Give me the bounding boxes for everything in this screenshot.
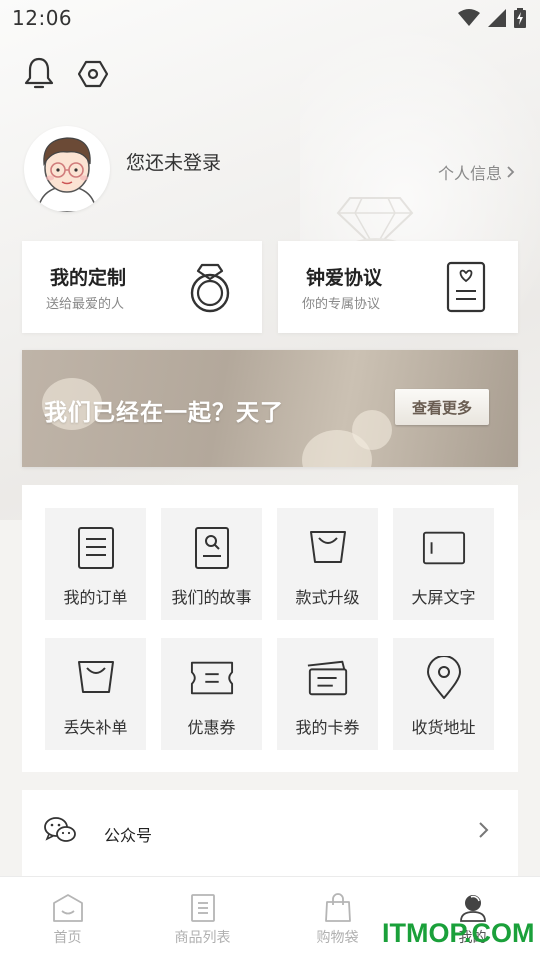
coupon-icon (190, 656, 234, 700)
profile-section: 您还未登录 个人信息 (24, 126, 516, 214)
personal-info-label: 个人信息 (437, 164, 502, 183)
status-icons (458, 8, 526, 28)
promo-banner[interactable]: 我们已经在一起？天了 查看更多 (22, 350, 518, 467)
wechat-icon (44, 816, 76, 848)
home-icon (52, 894, 83, 922)
shopping-bag-icon (324, 893, 351, 922)
grid-item-label: 款式升级 (295, 588, 360, 607)
signal-icon (488, 9, 506, 27)
location-pin-icon (422, 656, 466, 700)
product-list-icon (190, 894, 215, 922)
grid-item-label: 优惠券 (187, 718, 236, 737)
status-bar: 12:06 (0, 0, 540, 36)
service-grid: 我的订单 我们的故事 款式升级 大屏文字 丢失补单 优惠券 我的卡券 收货地址 (22, 485, 518, 772)
watermark: ITMOP.COM (382, 918, 535, 948)
grid-item-label: 我们的故事 (171, 588, 252, 607)
agreement-doc-icon (444, 261, 488, 317)
avatar[interactable] (24, 126, 110, 212)
view-more-button[interactable]: 查看更多 (395, 389, 489, 425)
tab-label: 购物袋 (316, 930, 359, 946)
grid-item-coupon[interactable]: 优惠券 (161, 638, 262, 750)
login-prompt[interactable]: 您还未登录 (126, 148, 221, 175)
tab-label: 首页 (53, 930, 82, 946)
card-agreement[interactable]: 钟爱协议 你的专属协议 (278, 241, 518, 333)
grid-item-label: 大屏文字 (411, 588, 476, 607)
bell-icon[interactable] (24, 56, 54, 92)
grid-item-style-upgrade[interactable]: 款式升级 (277, 508, 378, 620)
card-agreement-subtitle: 你的专属协议 (302, 297, 381, 312)
wifi-icon (458, 9, 480, 26)
card-voucher-icon (306, 656, 350, 700)
battery-charging-icon (514, 8, 526, 28)
card-custom-title: 我的定制 (50, 267, 127, 289)
grid-item-my-vouchers[interactable]: 我的卡券 (277, 638, 378, 750)
card-custom-subtitle: 送给最爱的人 (46, 297, 125, 312)
wechat-official-account-row[interactable]: 公众号 (22, 790, 518, 878)
grid-item-my-orders[interactable]: 我的订单 (45, 508, 146, 620)
card-agreement-title: 钟爱协议 (306, 267, 383, 289)
settings-hexagon-icon[interactable] (77, 56, 109, 92)
chevron-right-icon (478, 820, 490, 844)
chevron-right-icon (507, 166, 515, 178)
tab-product-list[interactable]: 商品列表 (135, 877, 270, 960)
tab-home[interactable]: 首页 (0, 877, 135, 960)
tab-label: 商品列表 (174, 930, 231, 946)
grid-item-label: 收货地址 (411, 718, 476, 737)
grid-item-label: 丢失补单 (63, 718, 128, 737)
personal-info-link[interactable]: 个人信息 (438, 160, 516, 184)
banner-text: 我们已经在一起？天了 (44, 400, 284, 426)
grid-item-shipping-address[interactable]: 收货地址 (393, 638, 494, 750)
card-custom[interactable]: 我的定制 送给最爱的人 (22, 241, 262, 333)
header-actions (24, 56, 109, 92)
grid-item-label: 我的卡券 (295, 718, 360, 737)
bag-upgrade-icon (306, 526, 350, 570)
grid-item-lost-reissue[interactable]: 丢失补单 (45, 638, 146, 750)
ring-icon (188, 261, 232, 317)
banner-heart-decoration (352, 410, 392, 450)
bag-reissue-icon (74, 656, 118, 700)
wechat-label: 公众号 (104, 826, 153, 845)
order-list-icon (74, 526, 118, 570)
status-time: 12:06 (12, 6, 73, 30)
story-search-icon (190, 526, 234, 570)
grid-item-our-story[interactable]: 我们的故事 (161, 508, 262, 620)
grid-item-label: 我的订单 (63, 588, 128, 607)
grid-item-big-screen-text[interactable]: 大屏文字 (393, 508, 494, 620)
screen-text-icon (422, 526, 466, 570)
